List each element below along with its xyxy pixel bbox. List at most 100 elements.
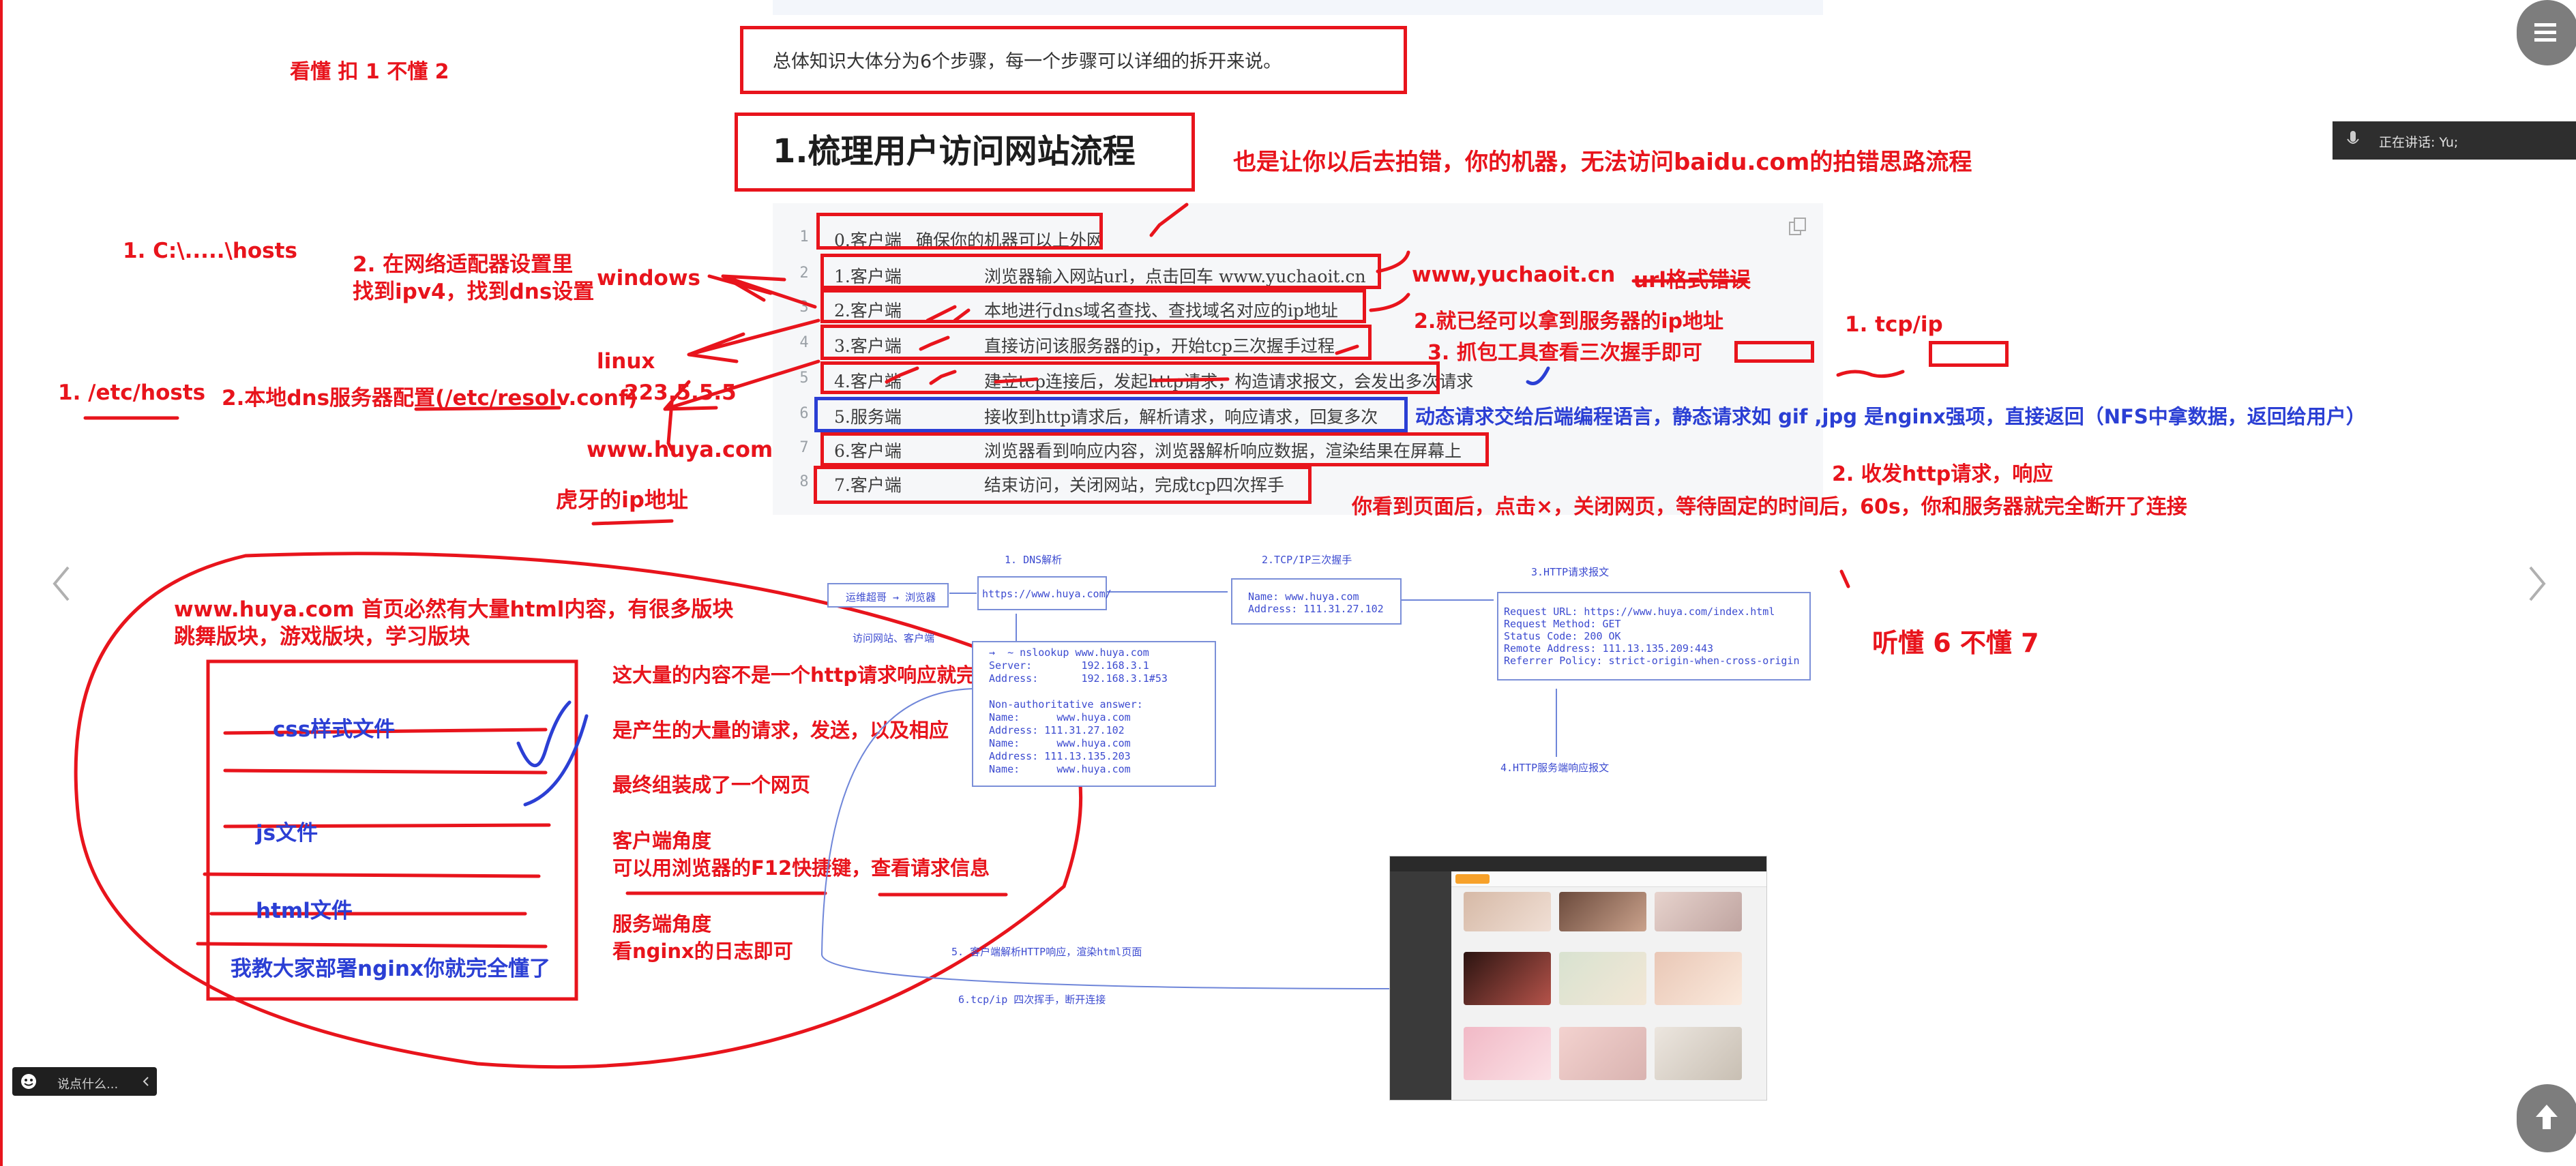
- tcpip-note: 1. tcp/ip: [1845, 312, 1943, 337]
- huya-thumb-1: [1464, 892, 1551, 931]
- page-heading: 1.梳理用户访问网站流程: [773, 132, 1136, 170]
- huya-screenshot: [1389, 856, 1767, 1101]
- huya-ip-note: 虎牙的ip地址: [556, 487, 688, 513]
- line-number: 7: [799, 439, 809, 456]
- line-box-1: [820, 254, 1381, 289]
- huya-thumb-4: [1464, 952, 1551, 1005]
- huya-topbar: [1390, 856, 1766, 871]
- next-slide-icon[interactable]: [2523, 563, 2551, 604]
- prev-slide-icon[interactable]: [48, 563, 75, 604]
- huya-thumb-9: [1655, 1027, 1742, 1080]
- chat-input[interactable]: 说点什么...: [12, 1067, 157, 1096]
- http-req-note: 2. 收发http请求，响应: [1832, 462, 2054, 486]
- assembled-note: 最终组装成了一个网页: [612, 773, 811, 796]
- scroll-top-button[interactable]: [2517, 1084, 2576, 1152]
- nslookup-line: Non-authoritative answer:: [989, 698, 1143, 711]
- nslookup-line: Name: www.huya.com: [989, 737, 1131, 749]
- tcp-name: Name: www.huya.com: [1248, 591, 1359, 603]
- f12-note: 可以用浏览器的F12快捷键，查看请求信息: [612, 856, 990, 880]
- chat-placeholder: 说点什么...: [57, 1077, 119, 1092]
- speaking-indicator: 正在讲话: Yu;: [2333, 121, 2576, 160]
- http-line: Status Code: 200 OK: [1504, 630, 1621, 642]
- user-input-label: 运维超哥 → 浏览器: [846, 591, 936, 603]
- linux-label: linux: [597, 349, 655, 374]
- line-box-5: [814, 397, 1408, 432]
- url-label: https://www.huya.com/: [982, 588, 1112, 600]
- http-title: 3.HTTP请求报文: [1531, 566, 1610, 578]
- tcpip-box-a: [1734, 341, 1814, 363]
- tcpip-box-b: [1929, 341, 2009, 367]
- windows-label: windows: [597, 266, 700, 290]
- url-example: www,yuchaoit.cn: [1412, 263, 1616, 287]
- left-edge-line: [0, 0, 3, 1166]
- js-file-label: js文件: [256, 821, 319, 846]
- hamburger-icon: [2534, 23, 2556, 42]
- huya-thumb-3: [1655, 892, 1742, 931]
- nginx-teach-label: 我教大家部署nginx你就完全懂了: [231, 957, 550, 981]
- arrow-up-icon: [2536, 1105, 2558, 1129]
- response-title: 4.HTTP服务端响应报文: [1500, 762, 1610, 774]
- got-ip-note: 2.就已经可以拿到服务器的ip地址: [1414, 310, 1724, 333]
- server-view-note: 服务端角度: [612, 912, 712, 936]
- tcp-title: 2.TCP/IP三次握手: [1262, 554, 1352, 566]
- nslookup-line: Address: 111.13.135.203: [989, 750, 1131, 762]
- tcp-addr: Address: 111.31.27.102: [1248, 603, 1384, 615]
- win-adapter-note-2: 找到ipv4，找到dns设置: [353, 280, 595, 304]
- collapse-chevron-icon[interactable]: [139, 1075, 153, 1088]
- line-box-6: [820, 432, 1489, 466]
- not-one-note: 这大量的内容不是一个http请求响应就完事的: [612, 663, 1016, 687]
- emoji-icon[interactable]: [19, 1072, 38, 1091]
- huya-thumb-5: [1559, 952, 1646, 1005]
- nslookup-line: Server: 192.168.3.1: [989, 659, 1149, 672]
- line-box-0: [816, 213, 1103, 250]
- feedback-note: 看懂 扣 1 不懂 2: [290, 60, 449, 84]
- http-line: Request URL: https://www.huya.com/index.…: [1504, 606, 1775, 618]
- nslookup-line: Name: www.huya.com: [989, 763, 1131, 775]
- heading-note: 也是让你以后去拍错，你的机器，无法访问baidu.com的拍错思路流程: [1233, 149, 1972, 176]
- nslookup-line: Name: www.huya.com: [989, 711, 1131, 723]
- nslookup-line: → ~ nslookup www.huya.com: [989, 646, 1149, 659]
- http-line: Request Method: GET: [1504, 618, 1621, 630]
- huya-sidebar: [1390, 871, 1451, 1100]
- huya-home-note-2: 跳舞版块，游戏版块，学习版块: [174, 625, 470, 649]
- many-req-note: 是产生的大量的请求，发送，以及相应: [612, 719, 949, 742]
- line-number: 3: [799, 299, 809, 316]
- dns-title: 1. DNS解析: [1005, 554, 1063, 566]
- nslookup-line: Address: 192.168.3.1#53: [989, 672, 1168, 685]
- http-line: Referrer Policy: strict-origin-when-cros…: [1504, 655, 1800, 667]
- line-number: 2: [799, 265, 809, 282]
- dynamic-note: 动态请求交给后端编程语言，静态请求如 gif ,jpg 是nginx强项，直接返…: [1415, 405, 2366, 428]
- http-line: Remote Address: 111.13.135.209:443: [1504, 642, 1714, 655]
- line-number: 1: [799, 228, 809, 245]
- url-error: url格式错误: [1633, 268, 1751, 293]
- top-content-strip: [773, 0, 1823, 15]
- close-conn-note: 你看到页面后，点击×，关闭网页，等待固定的时间后，60s，你和服务器就完全断开了…: [1352, 495, 2187, 519]
- microphone-icon: [2347, 131, 2359, 144]
- line-number: 4: [799, 334, 809, 351]
- huya-thumb-7: [1464, 1027, 1551, 1080]
- line-box-3: [820, 325, 1372, 360]
- line-box-4: [820, 361, 1440, 394]
- intro-text: 总体知识大体分为6个步骤，每一个步骤可以详细的拆开来说。: [773, 51, 1282, 72]
- linux-resolv-note: 2.本地dns服务器配置(/etc/resolv.conf): [222, 386, 638, 410]
- visit-label: 访问网站、客户端: [853, 632, 935, 644]
- css-file-label: css样式文件: [273, 717, 396, 742]
- huya-thumb-6: [1655, 952, 1742, 1005]
- menu-button[interactable]: [2517, 0, 2576, 65]
- html-file-label: html文件: [256, 899, 353, 923]
- line-box-2: [820, 289, 1366, 323]
- win-hosts-note: 1. C:\.....\hosts: [123, 239, 297, 263]
- nginx-log-note: 看nginx的日志即可: [612, 940, 793, 963]
- speaking-label: 正在讲话: Yu;: [2379, 135, 2459, 150]
- capture-note: 3. 抓包工具查看三次握手即可: [1427, 341, 1702, 365]
- huya-home-note-1: www.huya.com 首页必然有大量html内容，有很多版块: [174, 597, 734, 622]
- line-number: 5: [799, 370, 809, 387]
- render-label: 5. 客户端解析HTTP响应，渲染html页面: [951, 946, 1142, 958]
- win-adapter-note-1: 2. 在网络适配器设置里: [353, 252, 574, 277]
- huya-thumb-8: [1559, 1027, 1646, 1080]
- nslookup-line: Address: 111.31.27.102: [989, 724, 1125, 736]
- huya-logo: [1455, 874, 1490, 884]
- tally-note: 听懂 6 不懂 7: [1872, 628, 2039, 658]
- close-label: 6.tcp/ip 四次挥手，断开连接: [958, 993, 1106, 1006]
- dns-ip-note: 223.5.5.5: [624, 380, 737, 405]
